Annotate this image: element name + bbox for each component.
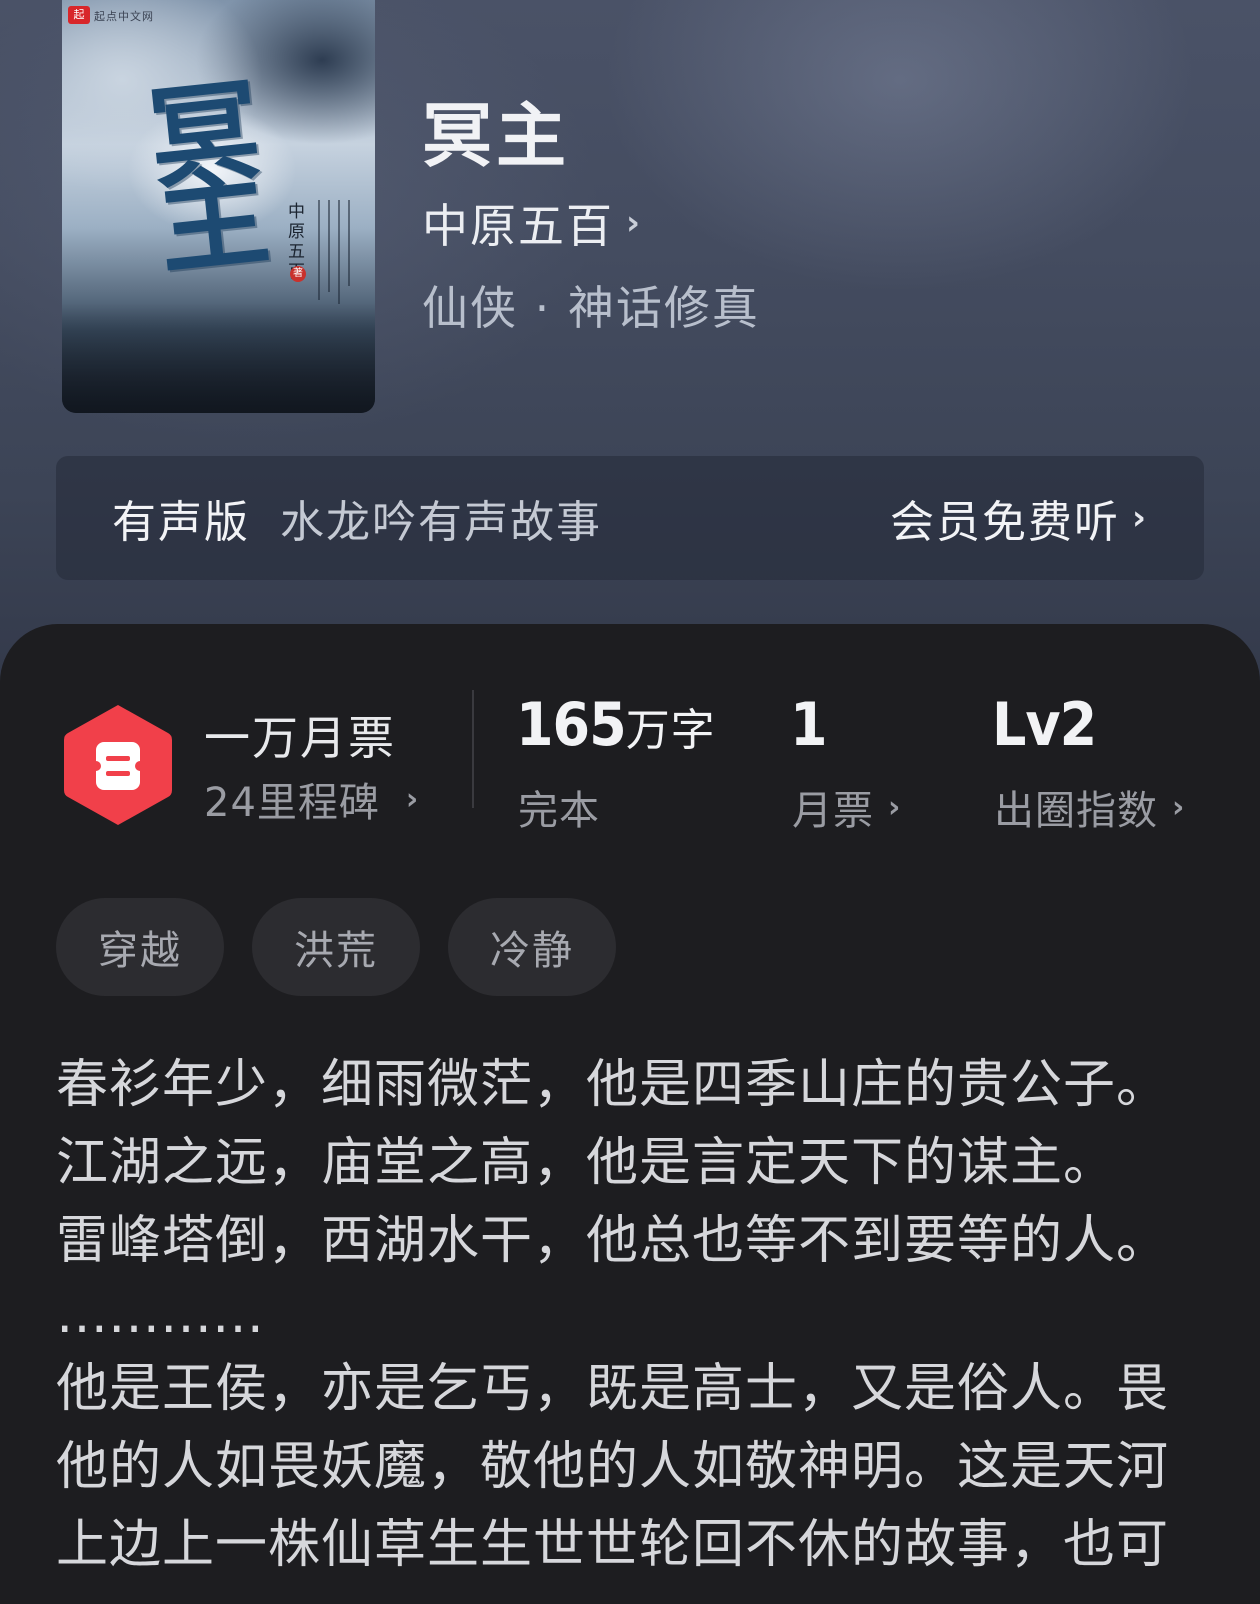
book-cover-image[interactable]: 起 起点中文网 冥主 中原五百 著 [62, 0, 375, 413]
word-count-stat: 165万字 [516, 690, 716, 760]
word-count-value: 165 [516, 690, 627, 760]
cover-seal-icon: 著 [290, 266, 306, 282]
chevron-right-icon: › [626, 203, 641, 243]
chevron-right-icon: › [405, 781, 419, 817]
monthly-ticket-badge-icon[interactable] [62, 702, 174, 828]
synopsis-line: ………… [56, 1285, 264, 1345]
monthly-ticket-link[interactable]: 月票 › [792, 778, 900, 836]
ticket-count-value: 1 [790, 690, 828, 760]
synopsis-line: 春衫年少，细雨微茫，他是四季山庄的贵公子。 [56, 1055, 1170, 1115]
audio-narrator: 水龙吟有声故事 [280, 497, 602, 548]
milestone-link[interactable]: 24里程碑 › [204, 770, 418, 828]
chevron-right-icon: › [888, 789, 901, 825]
book-title: 冥主 [422, 94, 570, 177]
cover-title-art: 冥主 [143, 64, 275, 291]
popularity-index-label: 出圈指数 [994, 788, 1158, 834]
author-name: 中原五百 [422, 199, 614, 253]
cover-shadow [62, 303, 375, 413]
tag-chip[interactable]: 洪荒 [252, 898, 420, 996]
monthly-ticket-label: 月票 [792, 788, 874, 834]
cover-poem-lines [318, 200, 358, 310]
chevron-right-icon: › [1172, 789, 1185, 825]
popularity-index-link[interactable]: 出圈指数 › [994, 778, 1184, 836]
synopsis-line: 江湖之远，庙堂之高，他是言定天下的谋主。 [56, 1133, 1117, 1193]
audio-version-bar[interactable]: 有声版 水龙吟有声故事 会员免费听 › [56, 456, 1204, 580]
author-link[interactable]: 中原五百 › [422, 190, 640, 256]
synopsis-line: 雷峰塔倒，西湖水干，他总也等不到要等的人。 [56, 1211, 1170, 1271]
milestone-label: 24里程碑 [204, 780, 380, 826]
chevron-right-icon: › [1131, 498, 1146, 538]
tag-chip[interactable]: 穿越 [56, 898, 224, 996]
genre-label: 仙侠 · 神话修真 [422, 281, 760, 335]
completion-status-label: 完本 [518, 788, 600, 834]
header-background: 起 起点中文网 冥主 中原五百 著 冥主 中原五百 › 仙侠 · 神话修真 有声… [0, 0, 1260, 700]
tag-chip[interactable]: 冷静 [448, 898, 616, 996]
word-count-unit: 万字 [625, 705, 716, 756]
synopsis-line: 他的人如畏妖魔，敬他的人如敬神明。这是天河 [56, 1437, 1170, 1497]
book-synopsis[interactable]: 春衫年少，细雨微茫，他是四季山庄的贵公子。 江湖之远，庙堂之高，他是言定天下的谋… [56, 1046, 1216, 1584]
stats-divider [472, 690, 474, 808]
audio-version-label: 有声版 [112, 497, 250, 548]
tag-list: 穿越 洪荒 冷静 [56, 898, 644, 996]
synopsis-line: 他是王侯，亦是乞丐，既是高士，又是俗人。畏 [56, 1359, 1170, 1419]
popularity-level-value: Lv2 [992, 690, 1097, 760]
publisher-logo-icon: 起 [68, 6, 90, 24]
completion-status: 完本 [518, 778, 600, 836]
member-free-listen-label: 会员免费听 [889, 497, 1120, 548]
synopsis-line: 上边上一株仙草生生世世轮回不休的故事，也可 [56, 1515, 1170, 1575]
monthly-ticket-rank: 一万月票 [204, 711, 396, 765]
member-free-listen-button[interactable]: 会员免费听 › [890, 486, 1146, 550]
publisher-logo-text: 起点中文网 [94, 10, 154, 23]
